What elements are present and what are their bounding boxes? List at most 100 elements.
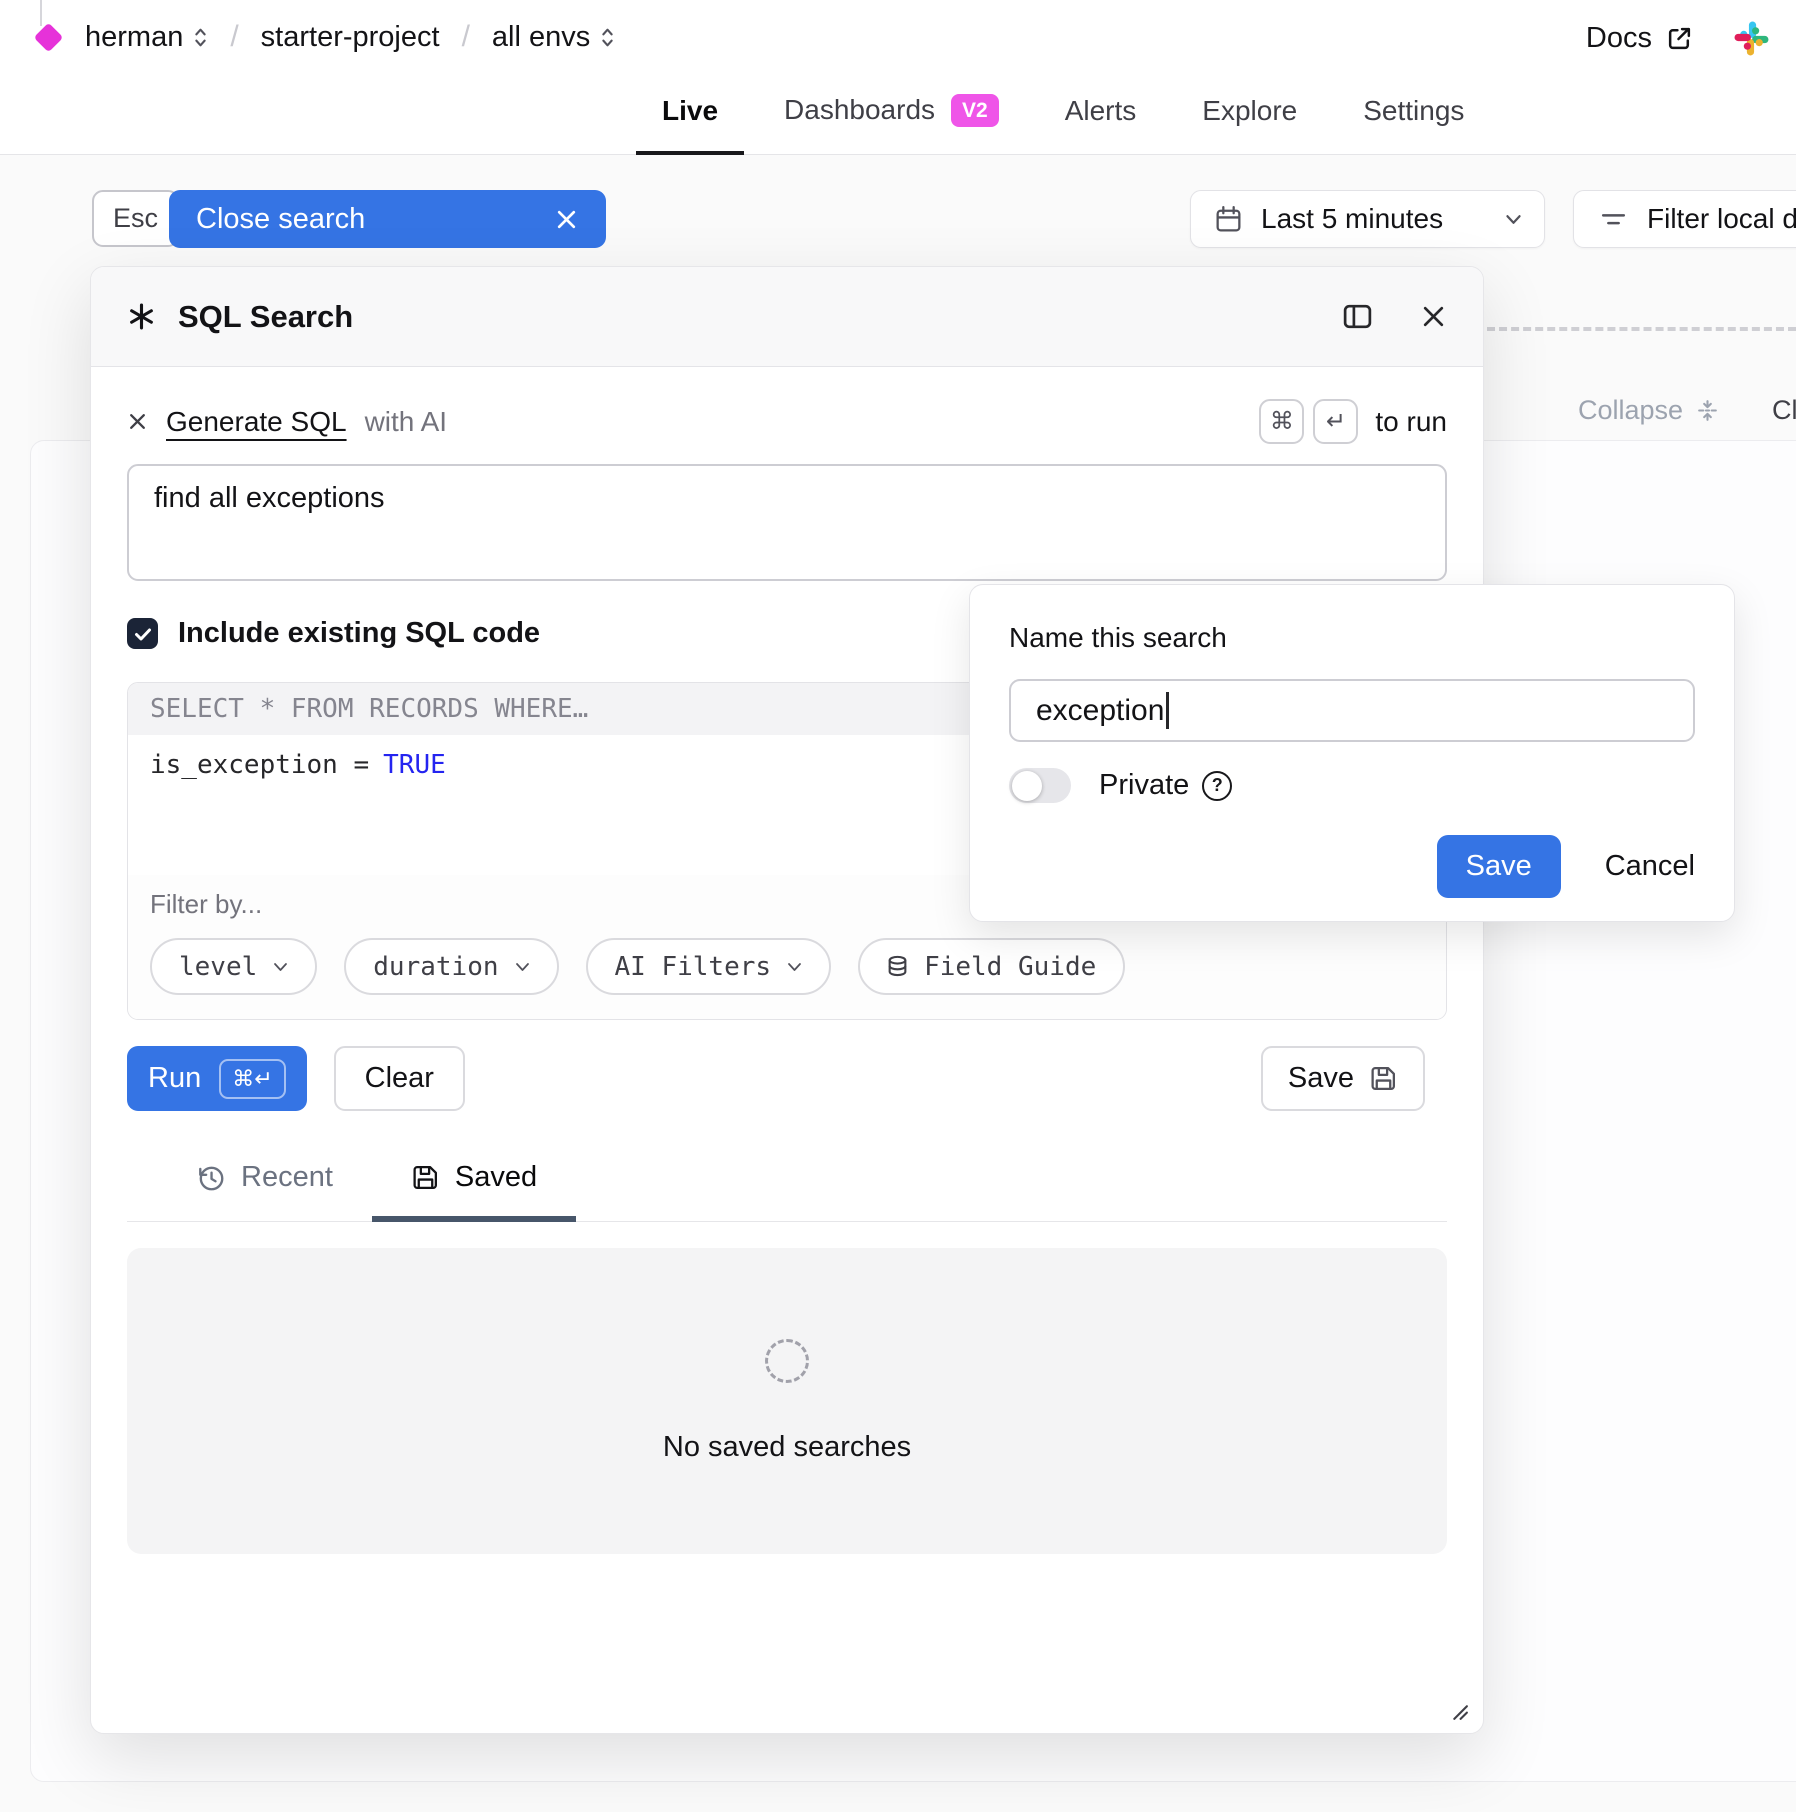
empty-saved-searches-card: No saved searches <box>127 1248 1447 1554</box>
time-range-label: Last 5 minutes <box>1261 203 1443 235</box>
filter-local-label: Filter local da <box>1647 203 1796 235</box>
close-icon <box>554 207 579 232</box>
run-shortcut-hint: ⌘ ↵ to run <box>1259 399 1447 444</box>
close-modal-icon[interactable] <box>1420 303 1447 330</box>
empty-state-label: No saved searches <box>663 1431 911 1464</box>
project-name: starter-project <box>261 21 440 54</box>
tab-live[interactable]: Live <box>660 95 720 154</box>
search-name-input[interactable]: exception <box>1009 679 1695 742</box>
search-name-value: exception <box>1036 694 1164 728</box>
filter-local-button[interactable]: Filter local da <box>1573 190 1796 248</box>
sql-search-modal: SQL Search Generate SQL with AI ⌘ ↵ to r… <box>90 266 1484 1734</box>
duration-filter-chip[interactable]: duration <box>344 938 558 995</box>
clear-button[interactable]: Clear <box>334 1046 465 1111</box>
docs-link[interactable]: Docs <box>1586 22 1693 55</box>
save-label: Save <box>1288 1062 1354 1095</box>
run-shortcut-badge: ⌘↵ <box>219 1059 285 1099</box>
sparkle-asterisk-icon <box>127 302 156 331</box>
with-ai-label: with AI <box>365 406 447 438</box>
slack-icon[interactable] <box>1733 20 1770 57</box>
help-icon[interactable]: ? <box>1202 771 1232 801</box>
tab-alerts[interactable]: Alerts <box>1063 95 1139 154</box>
loading-dashed-circle <box>765 1339 809 1383</box>
field-guide-chip[interactable]: Field Guide <box>858 938 1125 995</box>
saved-searches-tabs: Recent Saved <box>127 1161 1447 1222</box>
tab-saved[interactable]: Saved <box>372 1161 576 1221</box>
workspace-name: herman <box>85 21 183 54</box>
main-nav: Live Dashboards V2 Alerts Explore Settin… <box>660 94 1466 154</box>
esc-key-hint: Esc <box>92 190 179 247</box>
tab-settings-label: Settings <box>1363 95 1464 127</box>
popover-cancel-button[interactable]: Cancel <box>1605 850 1695 883</box>
workspace-selector[interactable]: herman <box>85 21 208 54</box>
workspace-logo-diamond <box>34 22 64 52</box>
updown-chevron-icon <box>193 25 208 50</box>
resize-handle[interactable] <box>1448 1700 1469 1721</box>
breadcrumb-separator: / <box>458 20 474 54</box>
checkbox-checked-icon[interactable] <box>127 618 158 649</box>
enter-key-icon: ↵ <box>1313 399 1358 444</box>
tab-recent[interactable]: Recent <box>157 1161 372 1221</box>
time-range-button[interactable]: Last 5 minutes <box>1190 190 1545 248</box>
chip-label: Field Guide <box>924 952 1096 982</box>
chart-skeleton-dashed-line <box>1487 327 1796 331</box>
env-name: all envs <box>492 21 590 54</box>
collapse-button[interactable]: Collapse <box>1578 395 1720 426</box>
name-search-popover: Name this search exception Private ? Sav… <box>969 584 1735 922</box>
chip-label: duration <box>373 952 498 982</box>
ai-filters-chip[interactable]: AI Filters <box>586 938 832 995</box>
modal-title: SQL Search <box>178 299 353 335</box>
calendar-icon <box>1213 204 1244 235</box>
floppy-save-icon <box>1369 1064 1398 1093</box>
tab-saved-label: Saved <box>455 1161 537 1194</box>
top-bar: herman / starter-project / all envs Docs <box>0 0 1796 155</box>
level-filter-chip[interactable]: level <box>150 938 317 995</box>
breadcrumb-separator: / <box>226 20 242 54</box>
close-search-button[interactable]: Close search <box>169 190 606 248</box>
split-panel-icon[interactable] <box>1341 300 1374 333</box>
modal-header: SQL Search <box>91 267 1483 367</box>
ai-prompt-input[interactable]: find all exceptions <box>127 464 1447 581</box>
database-icon <box>887 955 908 978</box>
private-label: Private <box>1099 769 1189 802</box>
tab-recent-label: Recent <box>241 1161 333 1194</box>
clipped-right-label[interactable]: Cl <box>1772 395 1796 426</box>
popover-save-label: Save <box>1466 850 1532 883</box>
tab-explore-label: Explore <box>1202 95 1297 127</box>
chip-label: level <box>179 952 257 982</box>
tab-live-label: Live <box>662 95 718 127</box>
project-selector[interactable]: starter-project <box>261 21 440 54</box>
filter-lines-icon <box>1598 204 1629 235</box>
save-search-button[interactable]: Save <box>1261 1046 1425 1111</box>
tab-explore[interactable]: Explore <box>1200 95 1299 154</box>
popover-title: Name this search <box>1009 622 1695 654</box>
docs-label: Docs <box>1586 22 1652 55</box>
include-sql-label: Include existing SQL code <box>178 617 540 650</box>
collapse-vertical-icon <box>1695 398 1720 423</box>
generate-sql-link[interactable]: Generate SQL <box>166 406 347 438</box>
env-selector[interactable]: all envs <box>492 21 615 54</box>
popover-save-button[interactable]: Save <box>1437 835 1561 898</box>
run-label: Run <box>148 1062 201 1095</box>
tab-dashboards-label: Dashboards <box>784 94 935 126</box>
updown-chevron-icon <box>600 25 615 50</box>
run-button[interactable]: Run ⌘↵ <box>127 1046 307 1111</box>
breadcrumb: herman / starter-project / all envs <box>30 20 615 54</box>
dismiss-ai-icon[interactable] <box>127 411 148 432</box>
text-cursor <box>1166 692 1169 729</box>
to-run-label: to run <box>1375 406 1447 438</box>
chip-label: AI Filters <box>615 952 772 982</box>
collapse-label: Collapse <box>1578 395 1683 426</box>
tab-settings[interactable]: Settings <box>1361 95 1466 154</box>
chevron-down-icon <box>1505 214 1522 225</box>
v2-badge: V2 <box>951 94 999 127</box>
tab-dashboards[interactable]: Dashboards V2 <box>782 94 1001 154</box>
history-icon <box>196 1163 226 1193</box>
floppy-save-icon <box>411 1163 440 1192</box>
tab-alerts-label: Alerts <box>1065 95 1137 127</box>
private-toggle[interactable] <box>1009 768 1071 803</box>
close-search-label: Close search <box>196 203 365 236</box>
cmd-key-icon: ⌘ <box>1259 399 1304 444</box>
sql-code-keyword: TRUE <box>383 750 446 780</box>
clear-label: Clear <box>365 1062 434 1095</box>
